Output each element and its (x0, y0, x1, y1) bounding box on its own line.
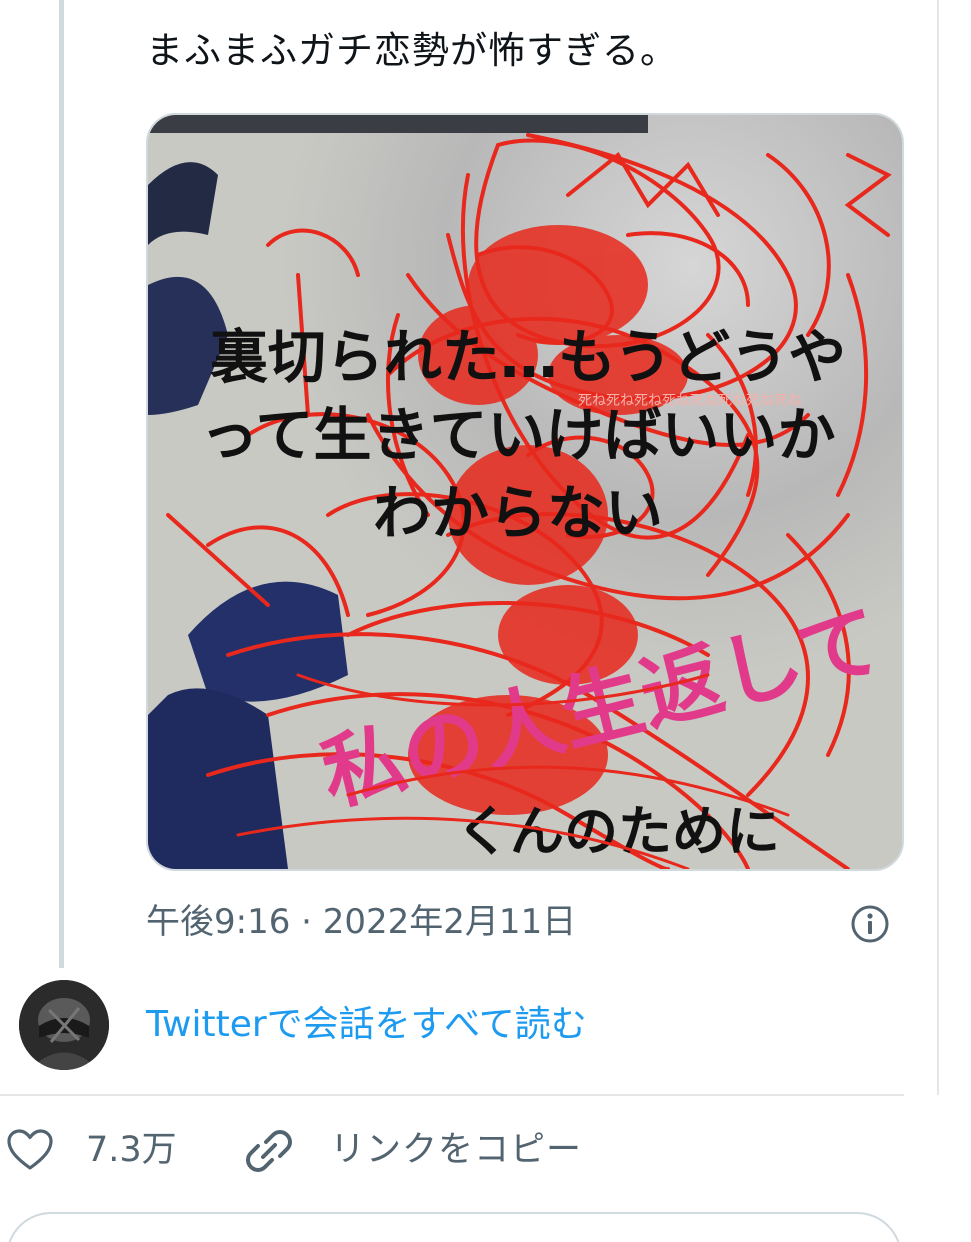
tweet-embed: まふまふガチ恋勢が怖すぎる。 死ね死ね死ね死ね死ね死ね死ね死ね 裏切られた…もう… (0, 0, 971, 1242)
media-line-2: って生きていけばいいか (200, 401, 835, 469)
tweet-text: まふまふガチ恋勢が怖すぎる。 (146, 29, 678, 72)
media-bottom-text: くんのために (456, 800, 780, 863)
media-line-3: わからない (373, 479, 663, 547)
more-replies-button[interactable] (6, 1212, 902, 1242)
divider (0, 1094, 904, 1096)
timestamp[interactable]: 午後9:16 · 2022年2月11日 (146, 898, 576, 946)
avatar[interactable] (19, 980, 109, 1070)
copy-link-button[interactable]: リンクをコピー (330, 1126, 582, 1174)
link-icon[interactable] (244, 1126, 294, 1176)
like-count: 7.3万 (86, 1130, 177, 1170)
action-bar: 7.3万 リンクをコピー (0, 1120, 971, 1180)
media-line-1: 裏切られた…もうどうや (210, 323, 846, 391)
heart-icon[interactable] (6, 1128, 54, 1172)
info-icon[interactable] (850, 904, 890, 944)
thread-line (59, 0, 64, 968)
read-conversation-link[interactable]: Twitterで会話をすべて読む (146, 1000, 587, 1050)
tweet-image[interactable]: 死ね死ね死ね死ね死ね死ね死ね死ね 裏切られた…もうどうや って生きていけばいいか… (146, 113, 904, 871)
right-border (937, 0, 939, 1095)
